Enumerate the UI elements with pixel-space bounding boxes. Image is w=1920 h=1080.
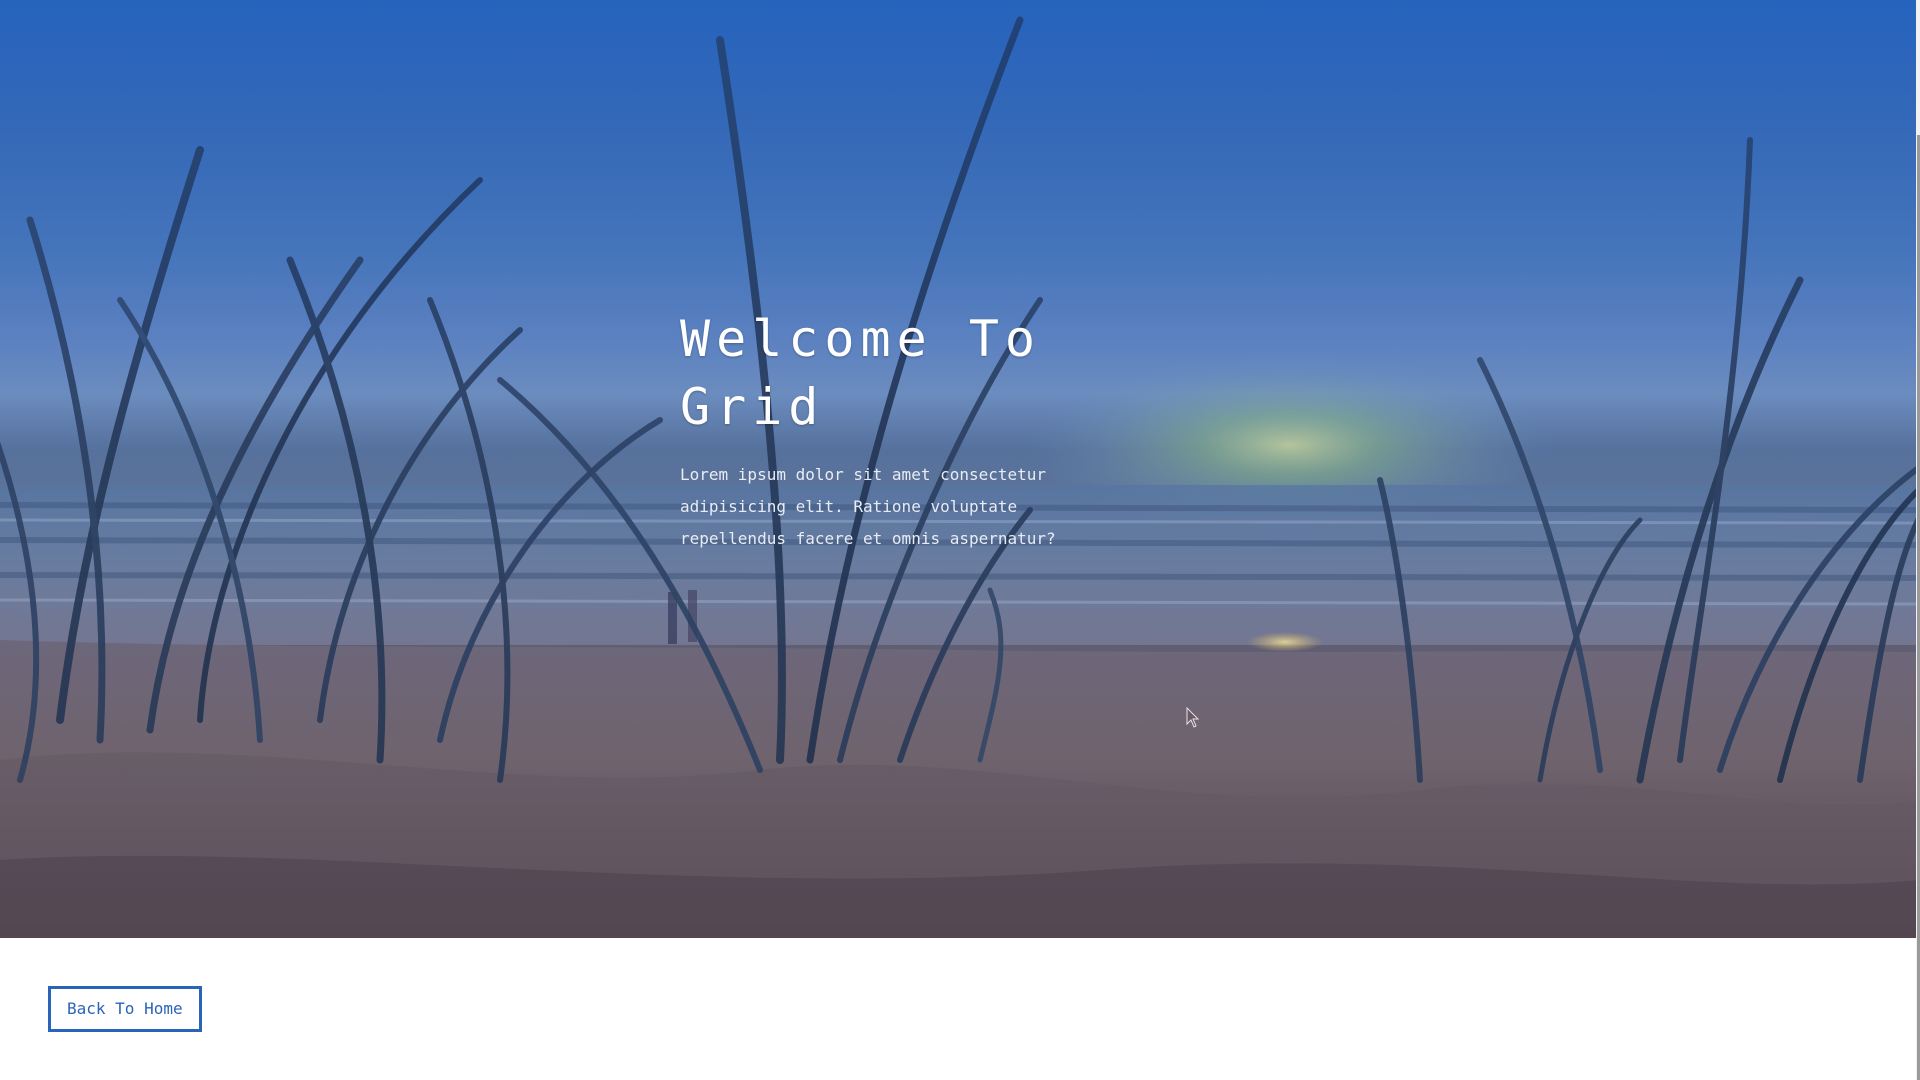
mouse-pointer-icon xyxy=(1186,707,1200,728)
scrollbar[interactable] xyxy=(1916,0,1920,1080)
hero-title: Welcome To Grid xyxy=(680,310,1042,436)
hero-content: Welcome To Grid Lorem ipsum dolor sit am… xyxy=(680,305,1200,555)
page: Welcome To Grid Lorem ipsum dolor sit am… xyxy=(0,0,1920,1080)
hero-banner: Welcome To Grid Lorem ipsum dolor sit am… xyxy=(0,0,1920,938)
hero-description: Lorem ipsum dolor sit amet consectetur a… xyxy=(680,465,1056,548)
back-to-home-button[interactable]: Back To Home xyxy=(48,986,202,1032)
